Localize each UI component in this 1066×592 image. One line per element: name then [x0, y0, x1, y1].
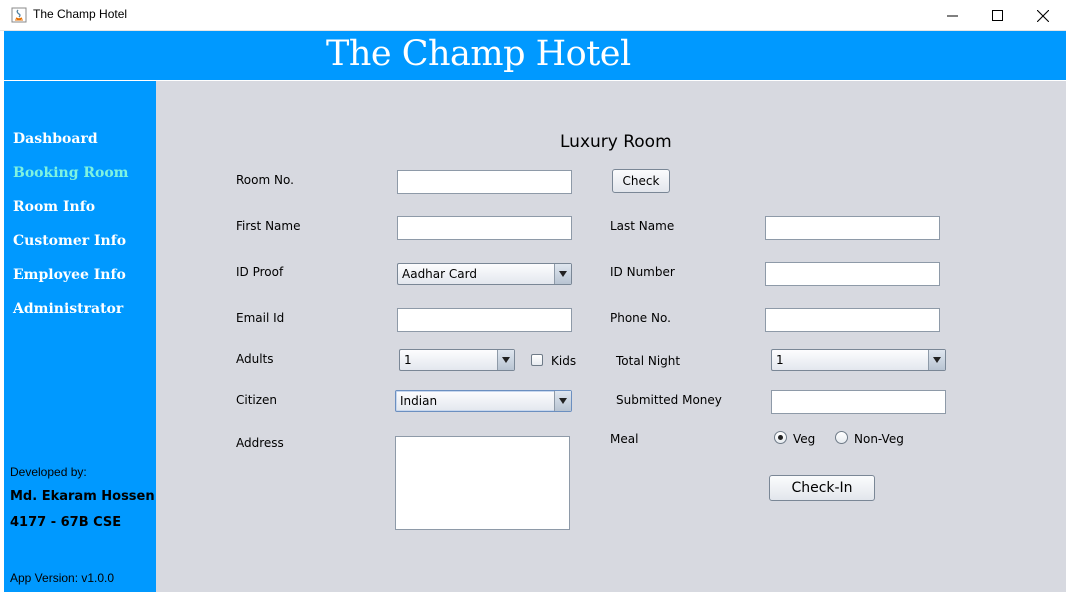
submitted-money-input[interactable] [772, 391, 945, 413]
chevron-down-icon [554, 264, 571, 284]
citizen-value: Indian [400, 394, 438, 408]
adults-value: 1 [404, 353, 412, 367]
booking-form-panel: Luxury Room Room No. Check First Name La… [156, 81, 1066, 592]
adults-select[interactable]: 1 [399, 349, 515, 371]
email-label: Email Id [236, 311, 285, 325]
address-label: Address [236, 436, 284, 450]
chevron-down-icon [497, 350, 514, 370]
maximize-button[interactable] [974, 0, 1020, 31]
last-name-label: Last Name [610, 219, 675, 233]
room-no-field[interactable] [397, 170, 572, 194]
check-button[interactable]: Check [612, 169, 670, 193]
maximize-icon [991, 10, 1003, 21]
minimize-button[interactable] [929, 0, 975, 31]
first-name-field[interactable] [397, 216, 572, 240]
app-header: The Champ Hotel [4, 31, 1066, 80]
total-night-label: Total Night [616, 354, 681, 368]
citizen-label: Citizen [236, 393, 278, 407]
meal-veg-label: Veg [793, 432, 816, 446]
total-night-value: 1 [776, 353, 784, 367]
id-number-label: ID Number [610, 265, 675, 279]
first-name-input[interactable] [398, 217, 571, 239]
submitted-money-label: Submitted Money [616, 393, 722, 407]
check-in-button[interactable]: Check-In [769, 475, 875, 501]
app-version: App Version: v1.0.0 [10, 571, 115, 585]
sidebar-item-customer-info[interactable]: Customer Info [13, 233, 126, 249]
citizen-select[interactable]: Indian [395, 390, 572, 412]
id-number-input[interactable] [766, 263, 939, 285]
phone-label: Phone No. [610, 311, 671, 325]
sidebar-item-booking-room[interactable]: Booking Room [13, 165, 129, 181]
sidebar-item-employee-info[interactable]: Employee Info [13, 267, 126, 283]
submitted-money-field[interactable] [771, 390, 946, 414]
address-textarea[interactable] [395, 436, 570, 530]
developed-by-label: Developed by: [10, 465, 87, 479]
meal-nonveg-radio[interactable] [835, 431, 848, 444]
sidebar-item-room-info[interactable]: Room Info [13, 199, 95, 215]
total-night-select[interactable]: 1 [771, 349, 946, 371]
developer-name: Md. Ekaram Hossen [10, 489, 155, 504]
id-number-field[interactable] [765, 262, 940, 286]
window-titlebar: The Champ Hotel [0, 0, 1066, 31]
email-field[interactable] [397, 308, 572, 332]
id-proof-select[interactable]: Aadhar Card [397, 263, 572, 285]
hotel-title: The Champ Hotel [326, 34, 631, 74]
java-app-icon [11, 7, 27, 23]
email-input[interactable] [398, 309, 571, 331]
meal-nonveg-label: Non-Veg [854, 432, 904, 446]
kids-checkbox[interactable] [531, 354, 543, 366]
phone-field[interactable] [765, 308, 940, 332]
close-button[interactable] [1020, 0, 1066, 31]
developer-id: 4177 - 67B CSE [10, 515, 122, 530]
id-proof-label: ID Proof [236, 265, 284, 279]
phone-input[interactable] [766, 309, 939, 331]
last-name-input[interactable] [766, 217, 939, 239]
chevron-down-icon [554, 391, 571, 411]
meal-veg-radio[interactable] [774, 431, 787, 444]
minimize-icon [946, 15, 958, 17]
sidebar-item-administrator[interactable]: Administrator [13, 301, 123, 317]
room-type-heading: Luxury Room [560, 132, 672, 152]
first-name-label: First Name [236, 219, 301, 233]
kids-label: Kids [551, 354, 577, 368]
sidebar-item-dashboard[interactable]: Dashboard [13, 131, 98, 147]
close-icon [1037, 9, 1049, 22]
adults-label: Adults [236, 352, 274, 366]
chevron-down-icon [928, 350, 945, 370]
meal-label: Meal [610, 432, 639, 446]
window-title: The Champ Hotel [33, 7, 128, 21]
last-name-field[interactable] [765, 216, 940, 240]
id-proof-value: Aadhar Card [402, 267, 477, 281]
sidebar: Dashboard Booking Room Room Info Custome… [4, 81, 156, 592]
room-no-label: Room No. [236, 173, 294, 187]
room-no-input[interactable] [398, 171, 571, 193]
